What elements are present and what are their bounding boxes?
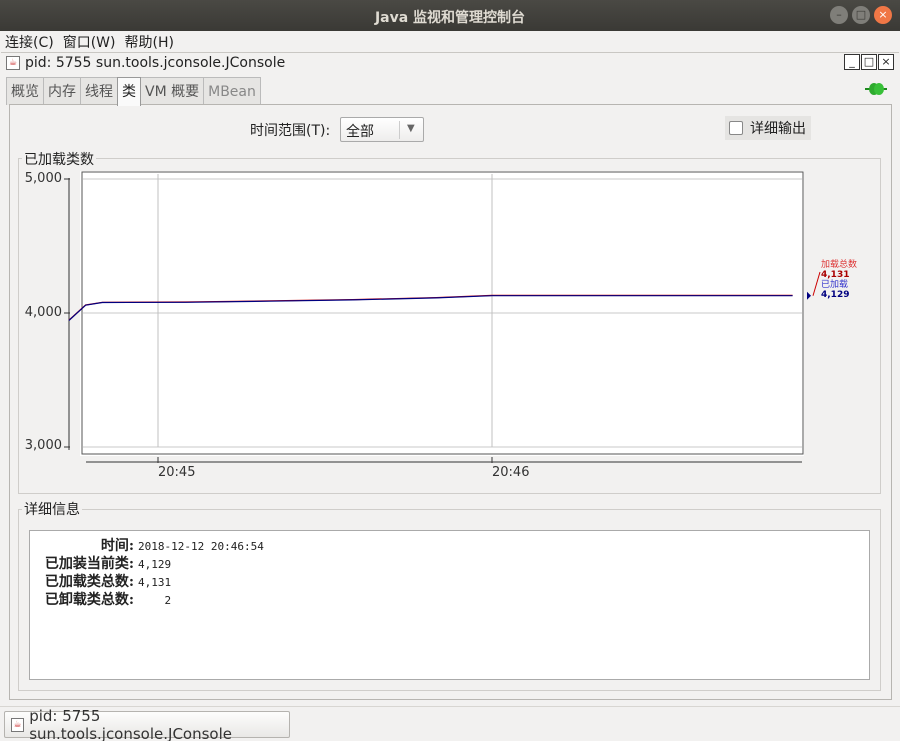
maximize-icon[interactable]: □ xyxy=(852,6,870,24)
legend-loaded-label: 已加载 xyxy=(821,280,849,290)
tab-memory[interactable]: 内存 xyxy=(43,77,81,105)
y-tick-label: 5,000 xyxy=(24,171,62,186)
minimize-icon[interactable]: – xyxy=(830,6,848,24)
tab-mbean[interactable]: MBean xyxy=(203,77,261,105)
chart-legend: 加载总数 4,131 已加载 4,129 xyxy=(821,260,857,300)
taskbar-window-label: pid: 5755 sun.tools.jconsole.JConsole xyxy=(29,706,232,741)
verbose-output-toggle[interactable]: 详细输出 xyxy=(725,116,811,140)
detail-value: 2018-12-12 20:46:54 xyxy=(138,540,264,553)
menu-connect[interactable]: 连接(C) xyxy=(5,32,54,52)
java-icon: ☕ xyxy=(11,717,25,732)
internal-frame-titlebar: ☕ pid: 5755 sun.tools.jconsole.JConsole … xyxy=(1,52,899,72)
loaded-classes-title: 已加载类数 xyxy=(22,149,96,169)
detail-key: 时间: xyxy=(100,538,134,554)
tab-strip: 概览 内存 线程 类 VM 概要 MBean xyxy=(6,77,261,106)
detail-key: 已加载类总数: xyxy=(44,574,134,590)
details-box: 时间: 2018-12-12 20:46:54 已加装当前类: 4,129 已加… xyxy=(29,530,870,680)
legend-total-label: 加载总数 xyxy=(821,260,858,270)
tab-classes[interactable]: 类 xyxy=(117,77,141,106)
time-range-select[interactable]: 全部 ▼ xyxy=(340,117,424,142)
detail-value: 2 xyxy=(138,594,172,607)
tab-vm-summary[interactable]: VM 概要 xyxy=(140,77,205,105)
taskbar-window-button[interactable]: ☕ pid: 5755 sun.tools.jconsole.JConsole xyxy=(4,707,290,741)
verbose-output-checkbox[interactable] xyxy=(729,121,743,135)
frame-minimize-icon[interactable]: _ xyxy=(844,54,860,70)
chevron-down-icon: ▼ xyxy=(407,123,415,134)
tab-overview[interactable]: 概览 xyxy=(6,77,44,105)
detail-value: 4,129 xyxy=(138,558,172,571)
window-title: Java 监视和管理控制台 xyxy=(374,10,526,26)
frame-maximize-icon[interactable]: □ xyxy=(861,54,877,70)
menu-help[interactable]: 帮助(H) xyxy=(124,32,173,52)
detail-value: 4,131 xyxy=(138,576,172,589)
menu-bar: 连接(C) 窗口(W) 帮助(H) xyxy=(0,31,900,52)
detail-row-current: 已加装当前类: 4,129 xyxy=(30,553,172,572)
java-icon: ☕ xyxy=(6,55,20,70)
details-title: 详细信息 xyxy=(22,499,82,519)
combo-separator xyxy=(399,121,400,139)
detail-row-time: 时间: 2018-12-12 20:46:54 xyxy=(30,535,264,554)
internal-frame-title: pid: 5755 sun.tools.jconsole.JConsole xyxy=(25,54,286,71)
detail-row-unloaded: 已卸载类总数: 2 xyxy=(30,589,172,608)
verbose-output-label: 详细输出 xyxy=(750,121,806,137)
y-tick-label: 3,000 xyxy=(24,438,62,453)
legend-loaded-value: 4,129 xyxy=(821,290,850,300)
taskbar: ☕ pid: 5755 sun.tools.jconsole.JConsole xyxy=(0,706,900,741)
frame-close-icon[interactable]: × xyxy=(878,54,894,70)
x-tick-label: 20:45 xyxy=(158,465,196,480)
legend-total-value: 4,131 xyxy=(821,270,850,280)
window-titlebar: Java 监视和管理控制台 – □ × xyxy=(0,0,900,31)
x-tick-label: 20:46 xyxy=(492,465,530,480)
detail-key: 已卸载类总数: xyxy=(44,592,134,608)
y-tick-label: 4,000 xyxy=(24,305,62,320)
connection-status-icon[interactable] xyxy=(865,82,887,96)
close-icon[interactable]: × xyxy=(874,6,892,24)
time-range-label: 时间范围(T): xyxy=(250,123,331,139)
tab-threads[interactable]: 线程 xyxy=(80,77,118,105)
detail-key: 已加装当前类: xyxy=(44,556,134,572)
menu-window[interactable]: 窗口(W) xyxy=(63,32,116,52)
time-range-value: 全部 xyxy=(346,124,374,140)
plot-area xyxy=(80,171,804,456)
detail-row-total: 已加载类总数: 4,131 xyxy=(30,571,172,590)
window-buttons: – □ × xyxy=(830,6,892,24)
